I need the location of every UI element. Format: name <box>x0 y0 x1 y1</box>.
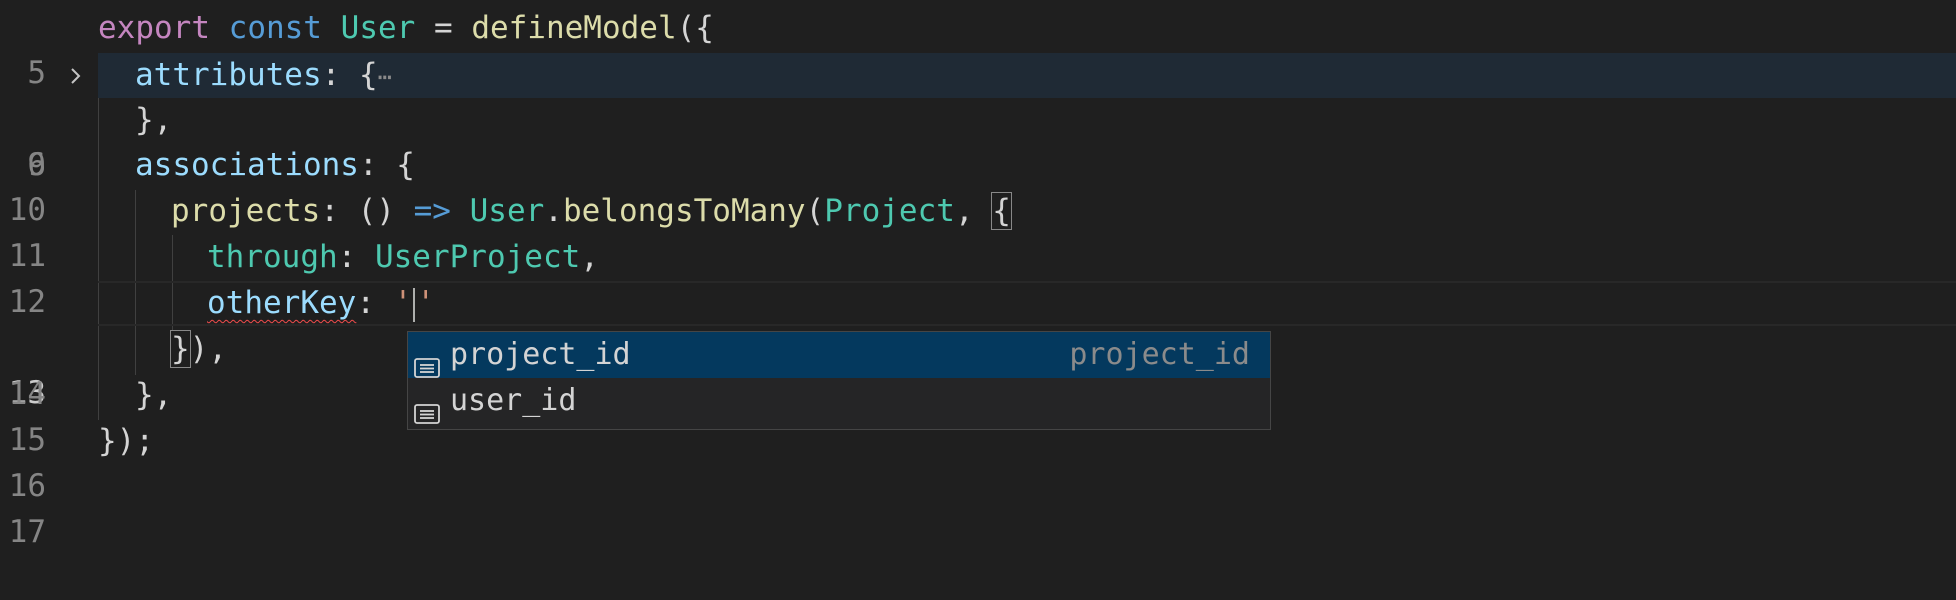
code-line-folded[interactable]: 6 attributes: {⋯ <box>0 53 1956 183</box>
token-punctuation: . <box>544 193 563 229</box>
token-punctuation: , <box>580 239 599 275</box>
code-editor[interactable]: 5 export const User = defineModel({ 6 at… <box>0 0 1956 550</box>
suggestion-item-selected[interactable]: project_id project_id <box>408 332 1270 378</box>
matching-bracket: } <box>170 330 191 368</box>
token-operator: = <box>415 10 472 46</box>
suggestion-label: user_id <box>450 383 577 418</box>
chevron-right-icon[interactable] <box>66 53 86 98</box>
code-line[interactable]: 9 }, <box>0 98 1956 183</box>
token-keyword: const <box>228 10 322 46</box>
token-property: through <box>207 239 338 275</box>
token-property: attributes <box>135 57 322 93</box>
autocomplete-widget[interactable]: project_id project_id user_id <box>407 331 1271 430</box>
suggestion-item[interactable]: user_id <box>408 378 1270 424</box>
code-line-current[interactable]: 13 otherKey: ' ' <box>0 281 1956 411</box>
token-punctuation: ({ <box>676 10 714 46</box>
token-punctuation: : <box>337 239 375 275</box>
matching-bracket: { <box>991 192 1012 230</box>
token-punctuation: ), <box>189 331 227 367</box>
token-keyword: export <box>98 10 210 46</box>
token-arrow: => <box>413 193 451 229</box>
code-line[interactable]: 10 associations: { <box>0 143 1956 228</box>
token-property-error: otherKey <box>207 285 357 321</box>
token-punctuation: : () <box>320 193 414 229</box>
token-punctuation: ( <box>805 193 825 229</box>
code-line[interactable]: 11 projects: () => User.belongsToMany(Pr… <box>0 189 1956 274</box>
token-punctuation: : <box>356 285 394 321</box>
text-cursor <box>413 287 416 322</box>
token-punctuation: , <box>954 193 993 229</box>
code-line[interactable]: 5 export const User = defineModel({ <box>0 6 1956 91</box>
token-punctuation: : { <box>321 57 378 93</box>
line-number: 17 <box>8 514 46 550</box>
token-identifier: User <box>340 10 416 46</box>
token-punctuation: }, <box>135 102 173 138</box>
token-punctuation: }, <box>135 377 173 413</box>
token-string: ' <box>416 285 435 321</box>
token-punctuation: : { <box>358 147 415 183</box>
suggestion-detail: project_id <box>1069 337 1250 372</box>
folded-region-ellipsis[interactable]: ⋯ <box>378 63 392 91</box>
token-method: projects <box>171 193 321 229</box>
token-property: associations <box>135 147 359 183</box>
text-field-icon <box>414 391 440 424</box>
suggestion-label: project_id <box>450 337 631 372</box>
token-punctuation: }); <box>98 423 154 459</box>
token-function: belongsToMany <box>562 193 806 229</box>
code-line[interactable]: 17 <box>0 465 1956 550</box>
token-identifier: UserProject <box>374 239 581 275</box>
token-identifier: Project <box>824 193 955 229</box>
code-line[interactable]: 12 through: UserProject, <box>0 235 1956 320</box>
token-identifier: User <box>469 193 545 229</box>
token-function: defineModel <box>471 10 677 46</box>
token-string: ' <box>393 285 413 321</box>
text-field-icon <box>414 345 440 378</box>
